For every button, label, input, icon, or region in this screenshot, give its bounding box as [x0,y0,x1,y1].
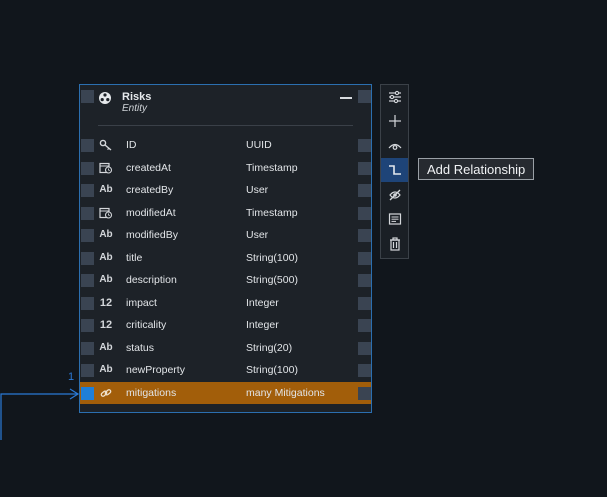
property-type: String(20) [246,341,293,354]
entity-card[interactable]: Risks Entity ID UUID createdAt Timestamp… [79,84,372,413]
property-name: modifiedBy [126,229,178,241]
number-type-icon: 12 [99,319,113,331]
connection-port[interactable] [81,274,94,287]
property-type: User [246,229,269,241]
diagram-canvas[interactable]: 1 Risks Entity ID UUID createdAt Timesta… [0,0,607,497]
property-name: title [126,251,143,264]
text-type-icon: Ab [99,364,113,375]
property-name: modifiedAt [126,206,176,219]
entity-header[interactable]: Risks Entity [80,85,371,125]
text-type-icon: Ab [99,229,113,240]
property-row[interactable]: Ab status String(20) [80,337,371,360]
number-type-icon: 12 [99,296,113,309]
property-name: mitigations [126,386,177,399]
link-icon [98,387,114,399]
property-row[interactable]: modifiedAt Timestamp [80,202,371,225]
entity-icon [99,92,111,104]
property-row[interactable]: Ab description String(500) [80,269,371,292]
property-row[interactable]: Ab modifiedBy User [80,224,371,247]
property-name: createdAt [126,161,171,174]
connection-port[interactable] [358,341,371,355]
add-icon[interactable] [381,109,408,133]
text-type-icon: Ab [99,274,113,285]
connection-port[interactable] [358,229,371,242]
view-icon[interactable] [381,134,408,158]
connection-port[interactable] [81,319,94,332]
property-type: Timestamp [246,161,298,174]
property-type: String(100) [246,364,298,376]
property-type: Integer [246,319,279,331]
property-row[interactable]: createdAt Timestamp [80,157,371,180]
connection-port[interactable] [358,364,371,377]
connection-port[interactable] [358,251,371,265]
property-type: Integer [246,296,279,309]
connection-port[interactable] [358,206,371,220]
connection-port[interactable] [358,184,371,197]
property-list: ID UUID createdAt Timestamp Ab createdBy… [80,134,371,404]
connection-port[interactable] [81,251,94,265]
connection-port[interactable] [358,319,371,332]
property-row[interactable]: ID UUID [80,134,371,157]
property-type: String(100) [246,251,298,264]
property-type: UUID [246,139,272,151]
entity-toolbar [380,84,409,259]
cardinality-label: 1 [68,371,75,383]
connection-port[interactable] [358,274,371,287]
connection-port[interactable] [358,386,371,400]
connection-port[interactable] [81,341,94,355]
key-icon [98,139,114,151]
property-type: User [246,184,269,196]
property-row[interactable]: 12 impact Integer [80,292,371,315]
property-name: criticality [126,319,167,331]
property-row[interactable]: Ab title String(100) [80,247,371,270]
connection-port[interactable] [81,139,94,152]
calendar-clock-icon [98,162,114,174]
relationship-connector[interactable] [0,0,90,450]
properties-settings-icon[interactable] [381,85,408,109]
connection-port[interactable] [358,296,371,310]
property-type: String(500) [246,274,298,286]
property-row[interactable]: 12 criticality Integer [80,314,371,337]
text-type-icon: Ab [99,184,113,195]
connection-port[interactable] [81,206,94,220]
text-type-icon: Ab [99,251,113,263]
property-row-selected[interactable]: mitigations many Mitigations [80,381,371,404]
text-type-icon: Ab [99,341,113,353]
entity-title: Risks [122,91,152,103]
add-relationship-icon[interactable] [381,158,408,182]
minimize-icon[interactable] [340,97,352,99]
connection-port[interactable] [81,184,94,197]
property-type: many Mitigations [246,386,325,399]
connection-port[interactable] [358,90,371,103]
property-name: newProperty [126,364,185,376]
property-name: impact [126,296,157,309]
property-row[interactable]: Ab newProperty String(100) [80,359,371,382]
entity-subtitle: Entity [122,103,148,114]
hide-icon[interactable] [381,183,408,207]
property-name: ID [126,139,137,151]
header-divider [98,125,353,126]
property-row[interactable]: Ab createdBy User [80,179,371,202]
property-name: status [126,341,155,354]
connection-port[interactable] [81,161,94,175]
connection-port[interactable] [81,296,94,310]
property-name: description [126,274,177,286]
calendar-clock-icon [98,207,114,219]
connection-port[interactable] [358,161,371,175]
delete-icon[interactable] [381,232,408,256]
notes-icon[interactable] [381,207,408,231]
connection-port[interactable] [81,90,94,103]
connection-port[interactable] [81,364,94,377]
connection-port[interactable] [81,229,94,242]
tooltip: Add Relationship [418,158,535,180]
property-type: Timestamp [246,206,298,219]
property-name: createdBy [126,184,174,196]
connection-port[interactable] [81,386,94,400]
connection-port[interactable] [358,139,371,152]
